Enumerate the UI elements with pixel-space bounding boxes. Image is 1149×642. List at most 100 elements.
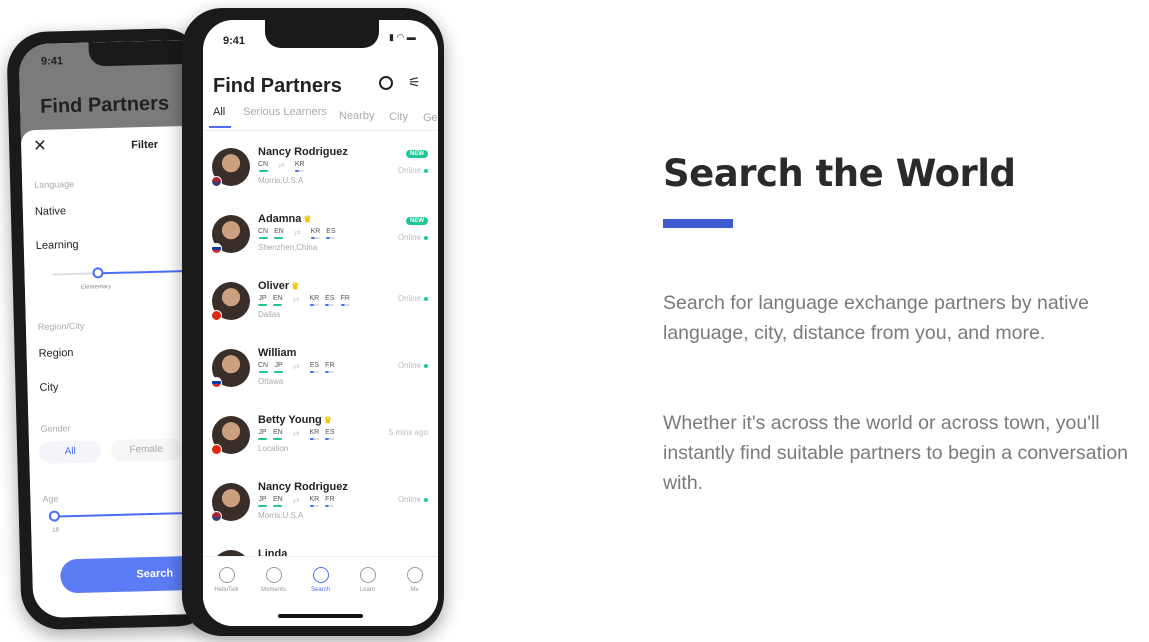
exchange-arrows-icon: ⇄	[292, 496, 300, 505]
search-icon[interactable]	[379, 76, 393, 90]
book-icon	[359, 567, 376, 583]
native-language-tag: CN	[258, 161, 268, 172]
partner-location: Morris,U.S.A	[258, 511, 304, 520]
partner-name: Nancy Rodriguez	[258, 146, 348, 158]
nav-label: HelloTalk	[214, 587, 239, 593]
level-label: Elementary	[80, 284, 112, 291]
native-field[interactable]: Native	[35, 205, 66, 218]
learning-field[interactable]: Learning	[36, 239, 79, 252]
crown-icon: ♛	[303, 214, 312, 224]
learning-language-tag: KR	[311, 228, 320, 239]
find-partners-screen: 9:41 ▮ ◠ ▬ Find Partners ⚟ All Serious L…	[203, 20, 438, 626]
learning-language-tag: FR	[341, 295, 350, 306]
learning-language-tag: FR	[325, 496, 335, 507]
search-icon	[312, 567, 329, 583]
language-tags: JP EN ⇄ KR ES	[258, 429, 335, 440]
partner-location: Morris,U.S.A	[258, 176, 304, 185]
online-dot-icon	[424, 363, 428, 368]
native-language-tag: EN	[273, 295, 283, 306]
crown-icon: ♛	[323, 415, 332, 425]
partner-list-item[interactable]: Oliver ♛ JP EN ⇄ KR ES FR Dallas Online	[203, 274, 438, 341]
flag-icon	[211, 176, 222, 187]
exchange-arrows-icon: ⇄	[292, 295, 300, 304]
online-status: Online	[398, 294, 428, 303]
active-tab-indicator	[209, 126, 231, 128]
native-language-tag: JP	[258, 295, 267, 306]
gender-label: Gender	[40, 423, 71, 434]
flag-icon	[211, 310, 222, 321]
filter-title: Filter	[131, 138, 159, 152]
online-status: Online	[398, 495, 428, 504]
learning-language-tag: KR	[295, 161, 305, 172]
status-icons: ▮ ◠ ▬	[389, 32, 416, 42]
planet-icon	[265, 567, 282, 583]
paragraph-1: Search for language exchange partners by…	[663, 292, 1090, 344]
person-icon	[406, 567, 423, 583]
partner-name: Oliver ♛	[258, 280, 300, 292]
online-dot-icon	[424, 168, 428, 173]
crown-icon: ♛	[291, 281, 300, 291]
partner-name: Adamna ♛	[258, 213, 312, 225]
partner-list-item[interactable]: Betty Young ♛ JP EN ⇄ KR ES Location 5 mins a…	[203, 408, 438, 475]
city-field[interactable]: City	[39, 381, 58, 393]
tab-all[interactable]: All	[213, 106, 225, 118]
home-indicator	[278, 614, 363, 618]
exchange-arrows-icon: ⇄	[278, 161, 285, 170]
filter-sliders-icon[interactable]: ⚟	[408, 74, 421, 91]
partner-list-item[interactable]: Nancy Rodriguez CN ⇄ KR Morris,U.S.A NEW O…	[203, 140, 438, 207]
region-field[interactable]: Region	[38, 347, 73, 360]
online-status: Online	[398, 233, 428, 242]
language-tags: CN JP ⇄ ES FR	[258, 362, 335, 373]
gender-female-button[interactable]: Female	[110, 438, 182, 463]
tab-city[interactable]: City	[389, 111, 408, 123]
partner-location: Ottawa	[258, 377, 284, 386]
gender-all-button[interactable]: All	[38, 440, 102, 464]
age-slider-handle[interactable]	[48, 510, 61, 522]
partner-list-item[interactable]: William CN JP ⇄ ES FR Ottawa Online	[203, 341, 438, 408]
flag-icon	[211, 444, 222, 455]
tab-serious-learners[interactable]: Serious Learners	[243, 106, 327, 118]
online-dot-icon	[424, 296, 428, 301]
learning-language-tag: FR	[325, 362, 335, 373]
native-language-tag: CN	[258, 228, 268, 239]
page-title: Find Partners	[213, 75, 342, 97]
nav-me[interactable]: Me	[395, 567, 435, 626]
learning-language-tag: ES	[310, 362, 319, 373]
nav-label: Search	[310, 587, 330, 593]
level-slider-handle[interactable]	[92, 267, 104, 279]
partner-location: Shenzhen,China	[258, 243, 318, 252]
native-language-tag: CN	[258, 362, 268, 373]
age-min-label: 18	[52, 527, 60, 534]
front-phone-mockup: 9:41 ▮ ◠ ▬ Find Partners ⚟ All Serious L…	[182, 8, 444, 636]
region-city-label: Region/City	[37, 320, 85, 332]
nav-hellotalk[interactable]: HelloTalk	[207, 567, 247, 626]
native-language-tag: EN	[273, 496, 283, 507]
language-tags: CN ⇄ KR	[258, 161, 305, 172]
accent-bar	[663, 219, 733, 228]
exchange-arrows-icon: ⇄	[293, 228, 301, 237]
nav-label: Learn	[359, 587, 376, 593]
learning-language-tag: ES	[326, 228, 336, 239]
partner-list-item[interactable]: Adamna ♛ CN EN ⇄ KR ES Shenzhen,China NEW Onl…	[203, 207, 438, 274]
partner-list-item[interactable]: Nancy Rodriguez JP EN ⇄ KR FR Morris,U.S.A O…	[203, 475, 438, 542]
flag-icon	[211, 377, 222, 388]
language-label: Language	[34, 178, 75, 190]
language-tags: JP EN ⇄ KR FR	[258, 496, 335, 507]
language-tags: CN EN ⇄ KR ES	[258, 228, 336, 239]
tab-gender[interactable]: Ge	[423, 112, 438, 124]
native-language-tag: JP	[258, 496, 267, 507]
flag-icon	[211, 511, 222, 522]
new-badge: NEW	[406, 150, 428, 158]
chat-bubble-icon	[218, 567, 235, 583]
section-heading: Search the World	[663, 152, 1016, 195]
close-icon[interactable]: ✕	[33, 136, 47, 156]
online-status: Online	[398, 361, 428, 370]
native-language-tag: EN	[274, 228, 284, 239]
notch	[265, 20, 379, 48]
exchange-arrows-icon: ⇄	[292, 429, 300, 438]
language-tags: JP EN ⇄ KR ES FR	[258, 295, 350, 306]
partner-name: William	[258, 347, 297, 359]
tab-nearby[interactable]: Nearby	[339, 110, 374, 122]
native-language-tag: JP	[274, 362, 284, 373]
learning-language-tag: KR	[309, 295, 319, 306]
